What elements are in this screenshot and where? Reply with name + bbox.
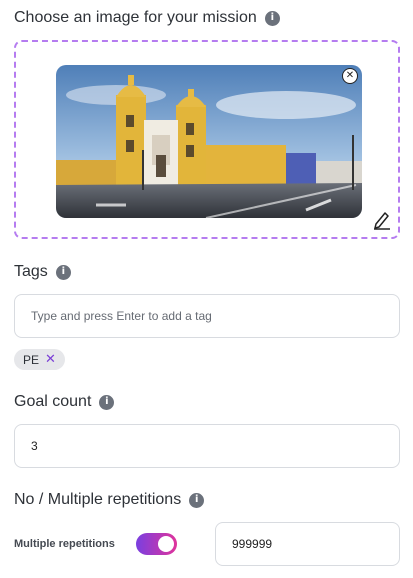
info-icon[interactable]: i: [99, 394, 115, 410]
toggle-knob: [158, 536, 174, 552]
pencil-icon[interactable]: [373, 210, 391, 230]
repetitions-label: No / Multiple repetitions: [14, 491, 182, 508]
tags-label: Tags: [14, 263, 48, 280]
cathedral-photo: [56, 65, 362, 218]
info-icon[interactable]: i: [55, 264, 71, 280]
remove-tag-icon[interactable]: ✕: [45, 353, 56, 366]
tags-header: Tags i: [14, 263, 71, 281]
repetitions-toggle[interactable]: [136, 533, 177, 555]
repetitions-input[interactable]: 999999: [215, 522, 400, 566]
close-circle-icon[interactable]: ✕: [342, 68, 358, 84]
goal-count-input[interactable]: 3: [14, 424, 400, 468]
info-icon[interactable]: i: [264, 10, 280, 26]
tag-chip-label: PE: [23, 352, 40, 367]
repetitions-toggle-label: Multiple repetitions: [14, 538, 115, 550]
image-dropzone[interactable]: ✕: [14, 40, 400, 239]
image-preview: [56, 65, 362, 218]
goal-header: Goal count i: [14, 393, 115, 411]
goal-label: Goal count: [14, 393, 92, 410]
info-icon[interactable]: i: [189, 492, 205, 508]
image-section-label: Choose an image for your mission: [14, 9, 257, 26]
tags-input[interactable]: Type and press Enter to add a tag: [14, 294, 400, 338]
tag-chip: PE ✕: [14, 349, 65, 370]
image-section-header: Choose an image for your mission i: [14, 9, 280, 27]
repetitions-header: No / Multiple repetitions i: [14, 491, 205, 509]
